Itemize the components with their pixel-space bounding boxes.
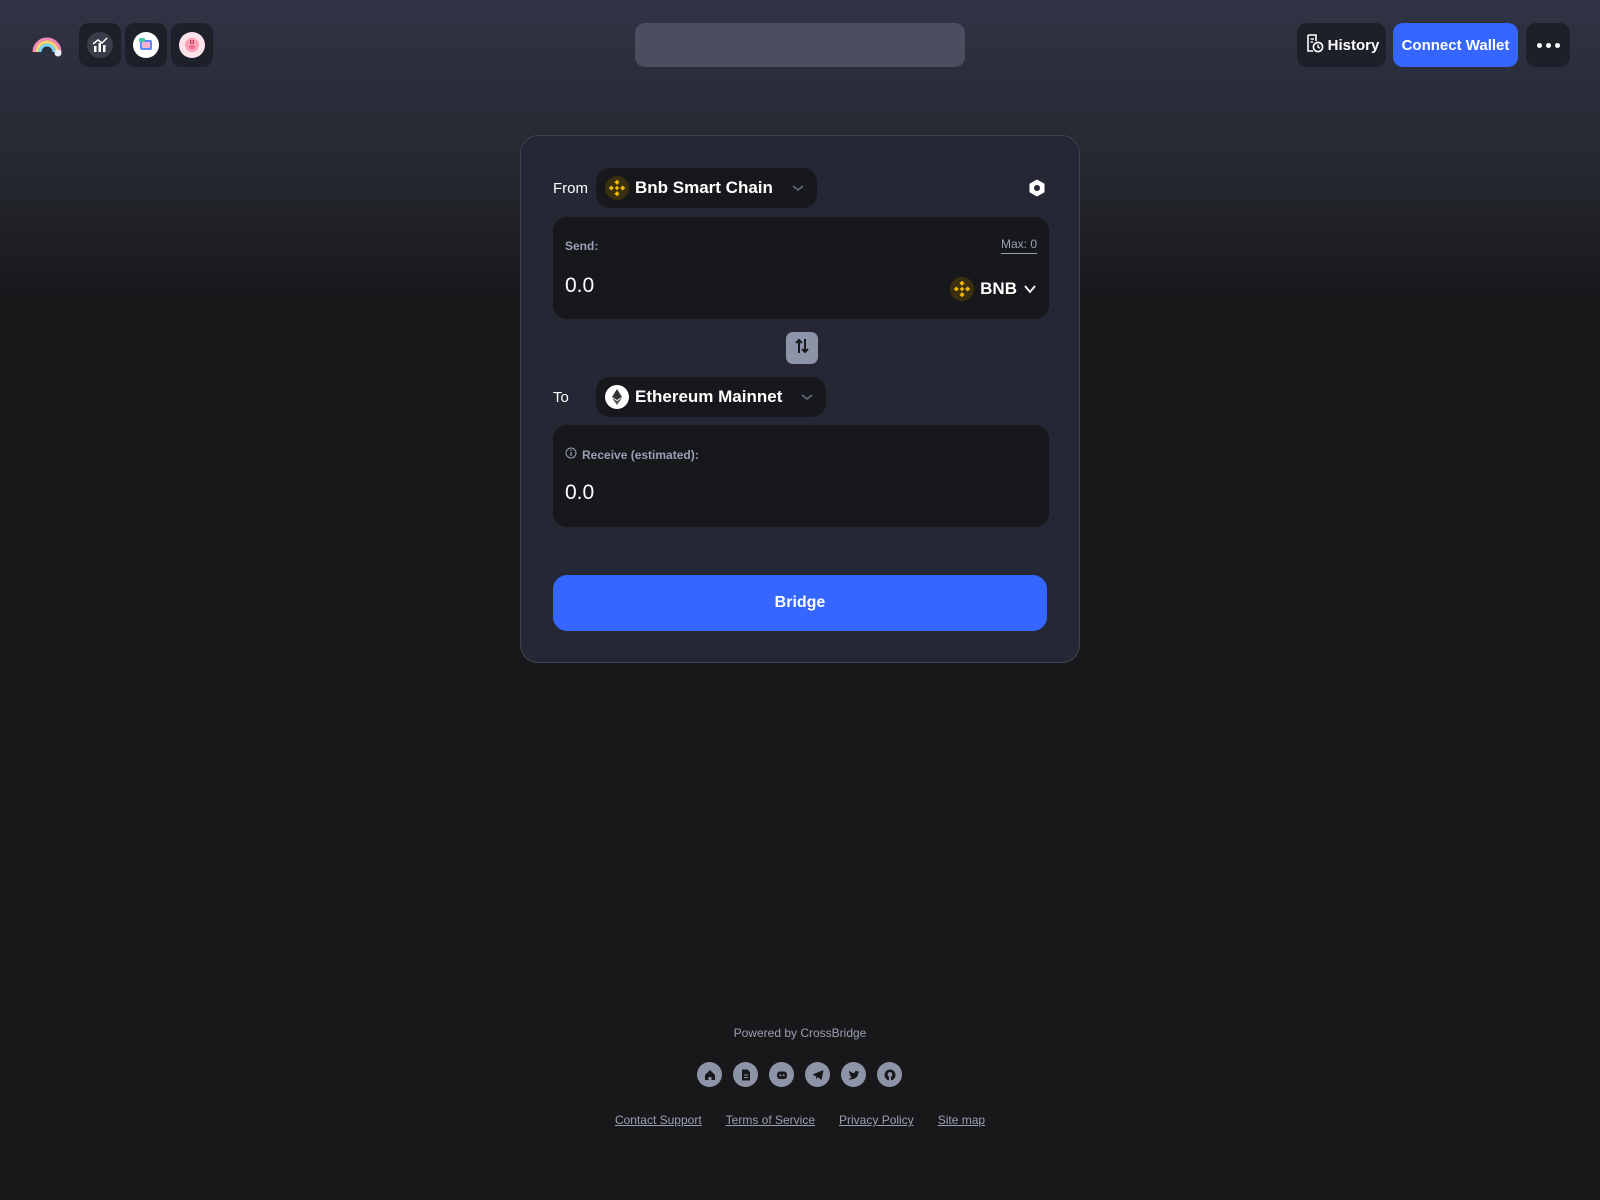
to-label: To	[553, 389, 569, 406]
from-chain-name: Bnb Smart Chain	[635, 178, 773, 197]
telegram-icon[interactable]	[805, 1062, 830, 1087]
pig-app-icon	[179, 32, 205, 58]
swap-direction-button[interactable]	[786, 332, 818, 364]
twitter-icon[interactable]	[841, 1062, 866, 1087]
chart-app-icon	[87, 32, 113, 58]
chevron-down-icon	[800, 387, 814, 407]
receive-amount: 0.0	[565, 481, 595, 504]
from-label: From	[553, 180, 588, 197]
send-panel: Send: Max: 0 0.0 BNB	[553, 217, 1049, 319]
privacy-policy-link[interactable]: Privacy Policy	[839, 1113, 914, 1127]
rainbow-logo-icon[interactable]	[30, 30, 64, 60]
to-chain-select[interactable]: Ethereum Mainnet	[596, 377, 827, 417]
notebook-app-icon	[133, 32, 159, 58]
token-select[interactable]: BNB	[950, 277, 1037, 301]
bnb-token-icon	[950, 277, 975, 301]
more-menu-button[interactable]	[1526, 23, 1570, 67]
top-nav: History Connect Wallet	[0, 0, 1600, 90]
footer-links: Contact Support Terms of Service Privacy…	[0, 1113, 1600, 1127]
receive-label-group: Receive (estimated):	[565, 447, 699, 462]
chevron-down-icon	[1023, 279, 1037, 299]
bridge-button[interactable]: Bridge	[553, 575, 1047, 631]
to-chain-name: Ethereum Mainnet	[635, 387, 783, 406]
token-name: BNB	[980, 279, 1017, 298]
terms-of-service-link[interactable]: Terms of Service	[726, 1113, 815, 1127]
social-links	[697, 1062, 902, 1087]
info-icon	[565, 447, 577, 462]
powered-by-text: Powered by CrossBridge	[733, 1026, 867, 1040]
dot	[1545, 42, 1551, 48]
dot	[1536, 42, 1542, 48]
receive-label: Receive (estimated):	[582, 447, 699, 462]
history-label: History	[1327, 36, 1380, 54]
swap-arrows-icon	[792, 336, 812, 361]
bridge-card: From Bnb Smart Chain Send: Max: 0 0.0 BN…	[520, 135, 1080, 663]
history-button[interactable]: History	[1297, 23, 1386, 67]
notebook-app-button[interactable]	[125, 23, 167, 67]
bnb-chain-icon	[605, 176, 629, 200]
chevron-down-icon	[791, 178, 805, 198]
search-bar[interactable]	[635, 23, 965, 67]
site-map-link[interactable]: Site map	[938, 1113, 985, 1127]
max-button[interactable]: Max: 0	[1000, 237, 1037, 254]
pig-app-button[interactable]	[171, 23, 213, 67]
docs-icon[interactable]	[733, 1062, 758, 1087]
discord-icon[interactable]	[769, 1062, 794, 1087]
connect-wallet-button[interactable]: Connect Wallet	[1393, 23, 1518, 67]
contact-support-link[interactable]: Contact Support	[615, 1113, 702, 1127]
receive-panel: Receive (estimated): 0.0	[553, 425, 1049, 527]
ethereum-chain-icon	[605, 385, 629, 409]
send-amount-input[interactable]: 0.0	[565, 274, 594, 298]
chart-app-button[interactable]	[79, 23, 121, 67]
settings-icon[interactable]	[1027, 178, 1047, 198]
github-icon[interactable]	[877, 1062, 902, 1087]
dot	[1554, 42, 1560, 48]
history-icon	[1304, 33, 1324, 57]
home-icon[interactable]	[697, 1062, 722, 1087]
send-label: Send:	[565, 239, 599, 253]
from-chain-select[interactable]: Bnb Smart Chain	[596, 168, 817, 208]
